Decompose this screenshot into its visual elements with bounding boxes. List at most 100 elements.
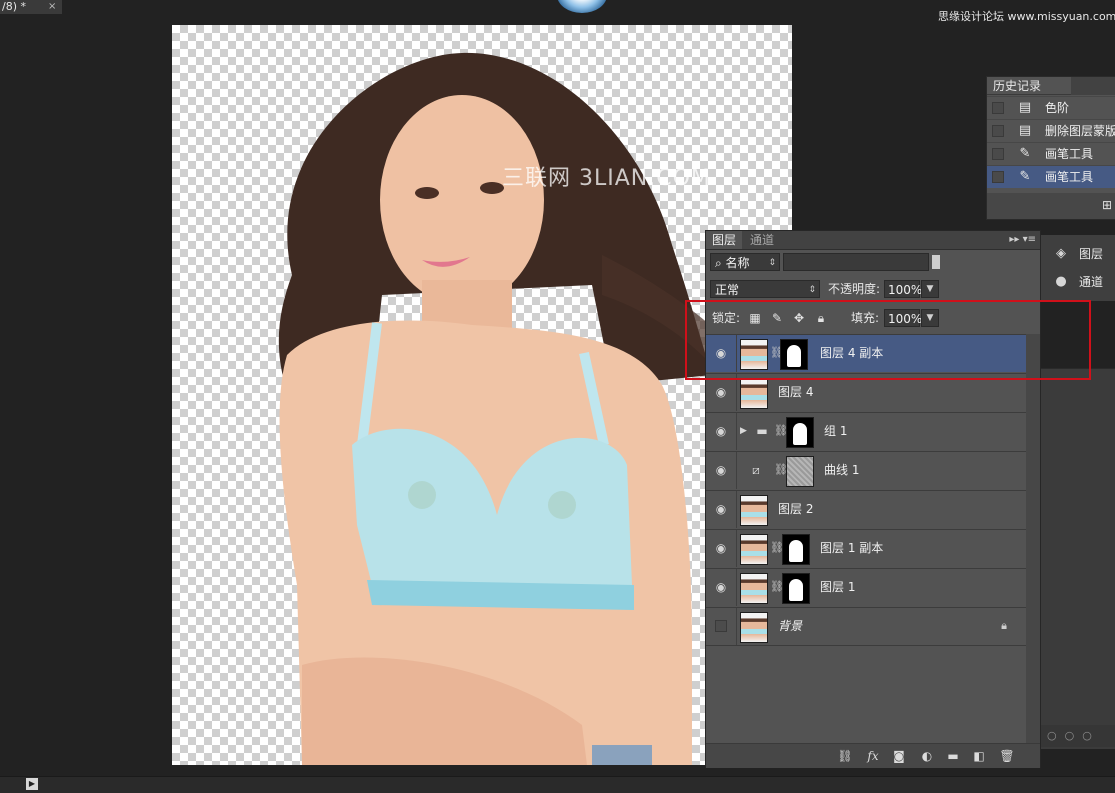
site-watermark: 思缘设计论坛 www.missyuan.com: [938, 10, 1115, 23]
divider: [736, 569, 737, 606]
chain-link-icon[interactable]: ⛓︎: [774, 463, 788, 477]
panel-menu-icon[interactable]: ▸▸ ▾≡: [1009, 231, 1036, 249]
document-icon: ▤: [1018, 123, 1032, 138]
eye-icon[interactable]: ◉: [714, 463, 728, 477]
filter-text-field[interactable]: [783, 253, 929, 271]
expand-arrow-icon[interactable]: ▶: [740, 424, 750, 438]
highlight-annotation-box: [685, 300, 1091, 380]
dock-item-channels[interactable]: ● 通道: [1047, 269, 1115, 295]
layer-thumbnail: [740, 534, 768, 565]
layer-row[interactable]: ◉ ⛓︎ 图层 1: [706, 568, 1026, 606]
history-checkbox[interactable]: [992, 125, 1004, 137]
layer-row[interactable]: ◉ 图层 2: [706, 490, 1026, 528]
opacity-label: 不透明度:: [828, 282, 881, 296]
tab-layers[interactable]: 图层: [706, 231, 743, 249]
folder-icon: ▬: [756, 424, 768, 438]
add-mask-icon[interactable]: ◙: [890, 748, 908, 764]
play-icon[interactable]: ▶: [26, 778, 38, 790]
blend-opacity-row: 正常 ⇕ 不透明度: 100% ▼: [706, 280, 1040, 300]
layer-mask-thumbnail[interactable]: [782, 534, 810, 565]
eye-icon[interactable]: ◉: [714, 424, 728, 438]
blend-mode-select[interactable]: 正常 ⇕: [710, 280, 820, 298]
photo-subject-image: [278, 52, 732, 765]
document-tab-title: /8) *: [2, 0, 26, 13]
layer-mask-thumbnail[interactable]: [786, 456, 814, 487]
eye-icon[interactable]: ◉: [714, 541, 728, 555]
divider: [736, 413, 737, 450]
new-group-icon[interactable]: ▬: [944, 748, 962, 764]
layer-thumbnail: [740, 495, 768, 526]
history-checkbox[interactable]: [992, 148, 1004, 160]
layers-icon: ◈: [1056, 246, 1066, 261]
layer-name: 图层 1 副本: [820, 541, 884, 555]
side-dock: ◈ 图层 ● 通道: [1041, 235, 1115, 301]
brush-icon: ✎: [1019, 146, 1031, 161]
chevron-updown-icon: ⇕: [808, 285, 816, 295]
history-item-label: 色阶: [1045, 101, 1070, 115]
dock-item-layers[interactable]: ◈ 图层: [1047, 241, 1115, 267]
dock-item-label: 图层: [1079, 247, 1104, 261]
chain-link-icon[interactable]: ⛓︎: [770, 541, 784, 555]
adjustment-layer-icon[interactable]: ◐: [918, 748, 936, 764]
history-item-selected[interactable]: ✎ 画笔工具: [987, 165, 1115, 188]
link-layers-icon[interactable]: ⛓︎: [836, 748, 854, 764]
layer-row-adjustment[interactable]: ◉ ⧄ ⛓︎ 曲线 1: [706, 451, 1026, 489]
divider: [736, 530, 737, 567]
history-panel: 历史记录 ▤ 色阶 ▤ 删除图层蒙版 ✎ 画笔工具 ✎ 画笔工具 ⊞: [986, 76, 1115, 220]
delete-layer-icon[interactable]: 🗑︎: [998, 748, 1016, 764]
new-layer-icon[interactable]: ◧: [970, 748, 988, 764]
chevron-updown-icon: ⇕: [768, 258, 776, 268]
document-canvas[interactable]: 三联网 3LIAN.COM: [172, 25, 792, 765]
divider: [736, 452, 737, 489]
right-lower-footer-icons: ○○○: [1041, 725, 1115, 747]
layer-row-group[interactable]: ◉ ▶ ▬ ⛓︎ 组 1: [706, 412, 1026, 450]
history-item-label: 画笔工具: [1045, 170, 1094, 184]
eye-icon[interactable]: ◉: [714, 385, 728, 399]
layer-filter-row: ⌕ 名称 ⇕: [706, 253, 1040, 273]
new-snapshot-icon[interactable]: ⊞: [1102, 198, 1112, 212]
dock-item-label: 通道: [1079, 275, 1104, 289]
close-icon[interactable]: ×: [48, 0, 58, 14]
history-checkbox[interactable]: [992, 171, 1004, 183]
layers-panel-tabbar: 图层 通道 ▸▸ ▾≡: [706, 231, 1040, 250]
opacity-field[interactable]: 100%: [884, 280, 922, 298]
history-tab[interactable]: 历史记录: [987, 77, 1071, 95]
filter-kind-select[interactable]: ⌕ 名称 ⇕: [710, 253, 780, 271]
layer-name: 组 1: [824, 424, 848, 438]
layer-row-background[interactable]: 背景 🔒︎: [706, 607, 1026, 646]
chain-link-icon[interactable]: ⛓︎: [774, 424, 788, 438]
visibility-toggle-empty[interactable]: [715, 620, 727, 632]
search-icon: ⌕: [715, 256, 726, 270]
eye-icon[interactable]: ◉: [714, 580, 728, 594]
layer-name: 背景: [778, 619, 803, 633]
canvas-watermark: 三联网 3LIAN.COM: [502, 166, 711, 191]
layer-thumbnail: [740, 612, 768, 643]
tab-channels[interactable]: 通道: [744, 231, 780, 249]
blend-mode-value: 正常: [715, 283, 740, 297]
chain-link-icon[interactable]: ⛓︎: [770, 580, 784, 594]
layer-row[interactable]: ◉ ⛓︎ 图层 1 副本: [706, 529, 1026, 567]
history-item[interactable]: ✎ 画笔工具: [987, 142, 1115, 165]
brush-icon: ✎: [1019, 169, 1031, 184]
history-item[interactable]: ▤ 色阶: [987, 96, 1115, 119]
document-icon: ▤: [1018, 100, 1032, 115]
history-checkbox[interactable]: [992, 102, 1004, 114]
fx-icon[interactable]: fx: [864, 748, 882, 764]
layer-name: 曲线 1: [824, 463, 860, 477]
divider: [736, 491, 737, 528]
history-footer: ⊞: [987, 193, 1115, 219]
layers-footer: ⛓︎ fx ◙ ◐ ▬ ◧ 🗑︎: [706, 743, 1040, 768]
history-item[interactable]: ▤ 删除图层蒙版: [987, 119, 1115, 142]
history-tabbar-spacer: [1071, 77, 1115, 95]
chevron-down-icon[interactable]: ▼: [921, 280, 939, 298]
layer-thumbnail: [740, 378, 768, 409]
eye-icon[interactable]: ◉: [714, 502, 728, 516]
channels-icon: ●: [1055, 274, 1067, 289]
lock-icon: 🔒︎: [1001, 619, 1007, 632]
layer-mask-thumbnail[interactable]: [782, 573, 810, 604]
status-bar: [0, 776, 1115, 793]
filter-toggle[interactable]: [932, 255, 940, 269]
layer-name: 图层 1: [820, 580, 856, 594]
layers-scrollbar[interactable]: [1026, 334, 1040, 744]
layer-mask-thumbnail[interactable]: [786, 417, 814, 448]
